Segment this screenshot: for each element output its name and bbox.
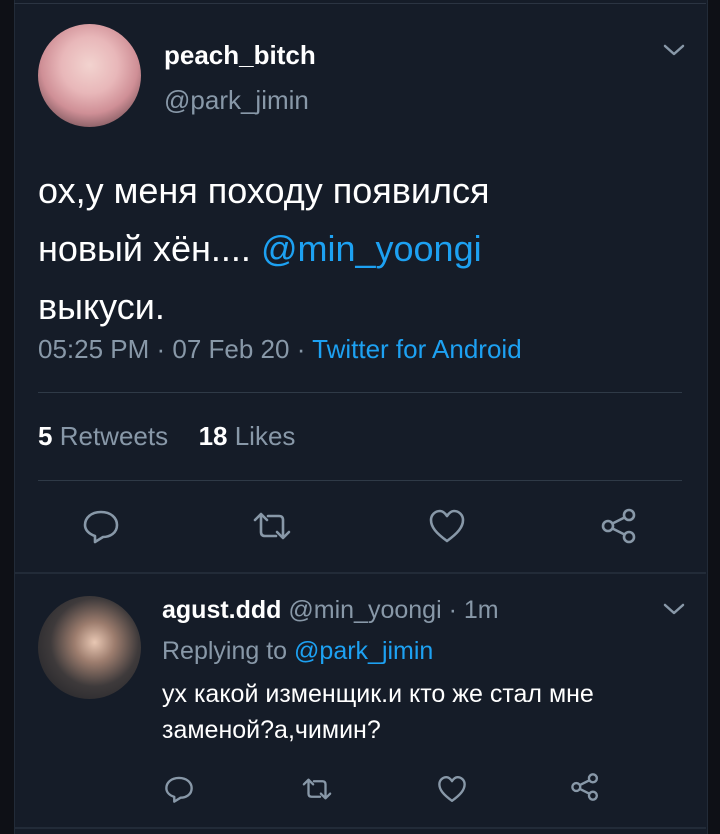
divider: [14, 572, 706, 574]
chevron-down-icon[interactable]: [662, 42, 686, 63]
tweet-text: ох,у меня походу появился новый хён.... …: [38, 162, 489, 336]
replying-to-label: Replying to: [162, 637, 295, 665]
tweet-text-line: выкуси.: [38, 286, 165, 327]
reply-time: · 1m: [448, 596, 499, 624]
tweet-text-segment: новый хён....: [38, 228, 261, 269]
reply-text-line: ух какой изменщик.и кто же стал мне: [162, 680, 594, 708]
likes-count[interactable]: 18: [199, 421, 228, 451]
source-link[interactable]: Twitter for Android: [312, 334, 522, 364]
share-icon[interactable]: [570, 772, 600, 802]
divider: [38, 392, 682, 393]
likes-label[interactable]: Likes: [235, 421, 296, 451]
timestamp: 05:25 PM · 07 Feb 20 ·: [38, 334, 313, 364]
display-name[interactable]: peach_bitch: [164, 40, 316, 71]
divider: [38, 480, 682, 481]
reply-text-line: заменой?а,чимин?: [162, 716, 381, 744]
reply-header: agust.ddd @min_yoongi · 1m: [162, 596, 499, 625]
like-icon[interactable]: [428, 508, 466, 544]
replying-to: Replying to @park_jimin: [162, 637, 433, 666]
chevron-down-icon[interactable]: [662, 601, 686, 622]
retweet-icon[interactable]: [250, 510, 294, 542]
retweets-count[interactable]: 5: [38, 421, 52, 451]
reply-display-name[interactable]: agust.ddd: [162, 596, 281, 624]
avatar[interactable]: [38, 596, 141, 699]
mention-link[interactable]: @min_yoongi: [261, 228, 482, 269]
divider: [14, 827, 706, 829]
tweet-meta: 05:25 PM · 07 Feb 20 · Twitter for Andro…: [38, 334, 522, 365]
reply-icon[interactable]: [164, 774, 194, 804]
replying-to-link[interactable]: @park_jimin: [294, 637, 433, 665]
like-icon[interactable]: [437, 774, 467, 804]
share-icon[interactable]: [600, 507, 638, 545]
tweet-text-line: ох,у меня походу появился: [38, 170, 490, 211]
avatar[interactable]: [38, 24, 141, 127]
reply-handle[interactable]: @min_yoongi: [288, 596, 441, 624]
retweet-icon[interactable]: [300, 776, 334, 802]
tweet-text-line: новый хён.... @min_yoongi: [38, 220, 489, 278]
top-divider: [14, 3, 706, 4]
retweets-label[interactable]: Retweets: [60, 421, 168, 451]
reply-icon[interactable]: [82, 508, 120, 544]
user-handle[interactable]: @park_jimin: [164, 85, 309, 116]
tweet-stats: 5 Retweets 18 Likes: [38, 421, 295, 452]
reply-text: ух какой изменщик.и кто же стал мне заме…: [162, 676, 594, 748]
